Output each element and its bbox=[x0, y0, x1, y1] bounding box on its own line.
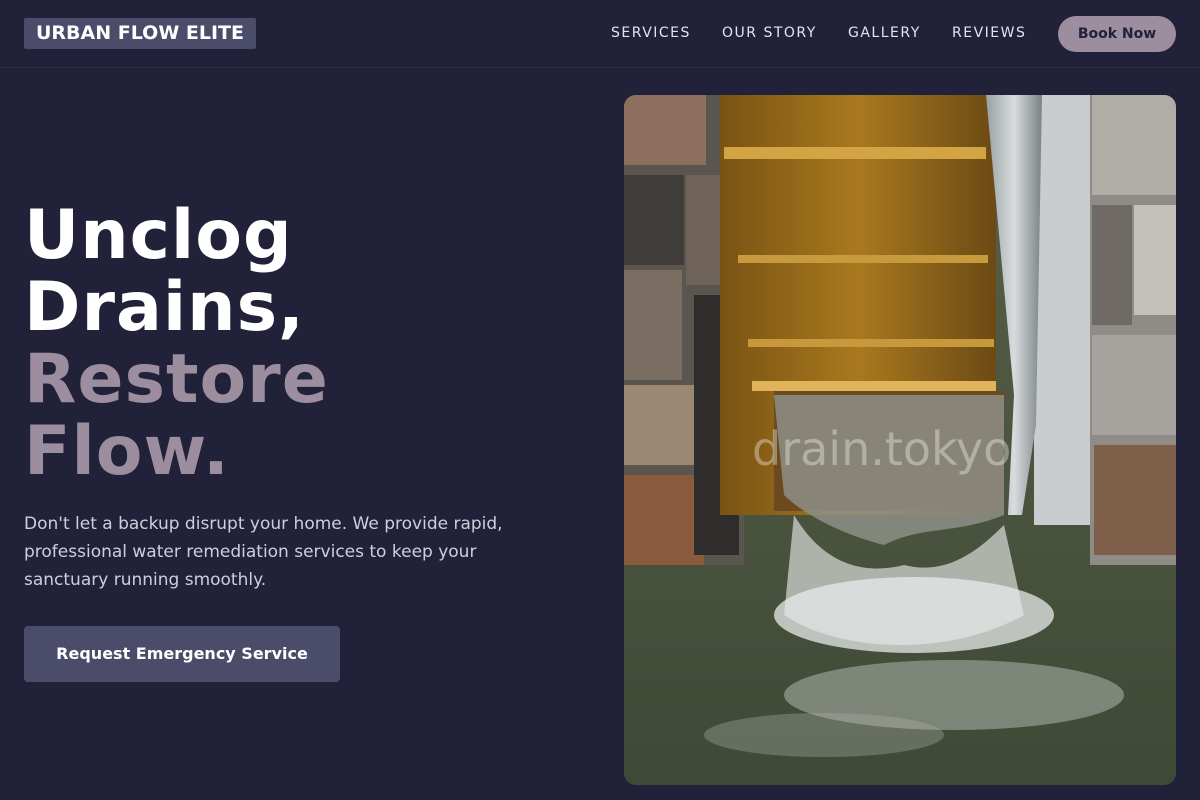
headline-line-4: Flow. bbox=[24, 412, 230, 491]
nav-reviews[interactable]: REVIEWS bbox=[952, 25, 1026, 41]
nav-gallery[interactable]: GALLERY bbox=[848, 25, 921, 41]
headline-line-2: Drains, bbox=[24, 268, 305, 347]
hero-image-drain-waterfall: drain.tokyo bbox=[624, 95, 1176, 785]
hero-description: Don't let a backup disrupt your home. We… bbox=[24, 514, 503, 590]
nav-services[interactable]: SERVICES bbox=[611, 25, 691, 41]
request-emergency-service-button[interactable]: Request Emergency Service bbox=[24, 626, 340, 682]
brand-logo[interactable]: URBAN FLOW ELITE bbox=[24, 18, 256, 49]
headline-line-1: Unclog bbox=[24, 196, 293, 275]
image-watermark: drain.tokyo bbox=[752, 422, 1011, 476]
nav-our-story[interactable]: OUR STORY bbox=[722, 25, 817, 41]
hero-headline: Unclog Drains, Restore Flow. bbox=[24, 200, 329, 488]
headline-line-3: Restore bbox=[24, 340, 329, 419]
book-now-button[interactable]: Book Now bbox=[1058, 16, 1176, 52]
site-header: URBAN FLOW ELITE SERVICES OUR STORY GALL… bbox=[0, 0, 1200, 68]
